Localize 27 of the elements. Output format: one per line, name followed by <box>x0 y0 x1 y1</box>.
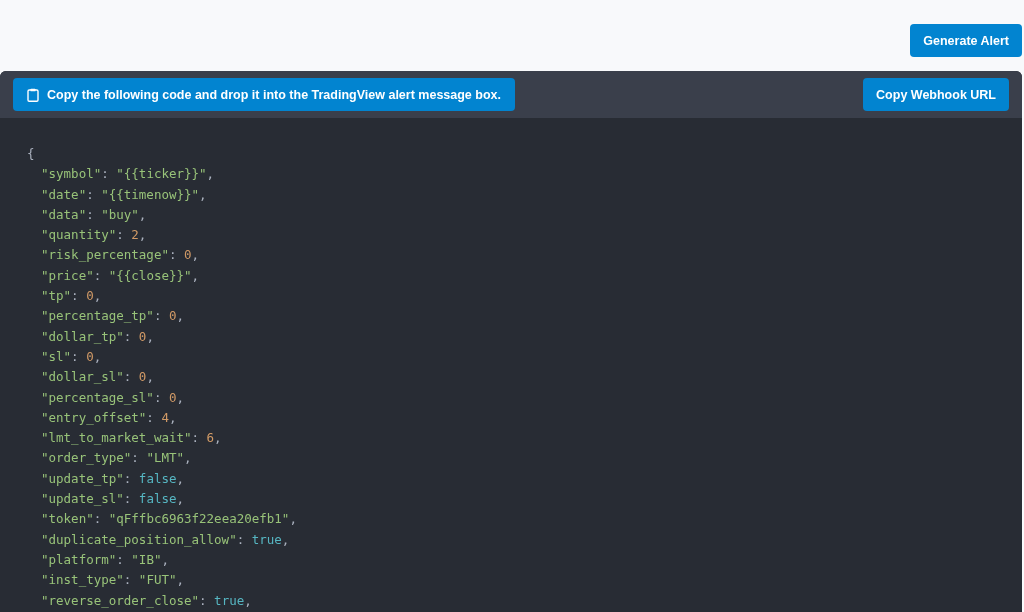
code-line: "update_sl": false, <box>40 490 185 509</box>
code-line: "date": "{{timenow}}", <box>40 185 207 204</box>
code-line: "update_tp": false, <box>40 469 185 488</box>
code-line: "quantity": 2, <box>40 226 147 245</box>
code-line: "token": "qFffbc6963f22eea20efb1", <box>40 510 297 529</box>
generate-alert-button[interactable]: Generate Alert <box>910 24 1022 57</box>
code-line: { <box>27 145 35 163</box>
copy-webhook-url-button[interactable]: Copy Webhook URL <box>863 78 1009 111</box>
code-line: "percentage_sl": 0, <box>40 388 184 407</box>
code-line: "symbol": "{{ticker}}", <box>40 165 215 184</box>
copy-instruction-banner: Copy the following code and drop it into the TradingView alert message box. <box>13 78 515 111</box>
clipboard-icon <box>27 87 39 102</box>
code-line: "lmt_to_market_wait": 6, <box>40 429 222 448</box>
code-line: "dollar_sl": 0, <box>40 368 154 387</box>
code-line: "order_type": "LMT", <box>40 449 192 468</box>
code-line: "price": "{{close}}", <box>40 266 200 285</box>
code-line: "duplicate_position_allow": true, <box>40 530 290 549</box>
code-line: "data": "buy", <box>40 205 147 224</box>
code-line: "reverse_order_close": true, <box>40 591 252 610</box>
code-line: "dollar_tp": 0, <box>40 327 154 346</box>
code-line: "tp": 0, <box>40 287 102 306</box>
code-line: "inst_type": "FUT", <box>40 571 185 590</box>
code-line: "platform": "IB", <box>40 550 169 569</box>
code-line: "risk_percentage": 0, <box>40 246 200 265</box>
code-line: "sl": 0, <box>40 347 102 366</box>
code-line: "entry_offset": 4, <box>40 408 177 427</box>
code-line: "percentage_tp": 0, <box>40 307 184 326</box>
